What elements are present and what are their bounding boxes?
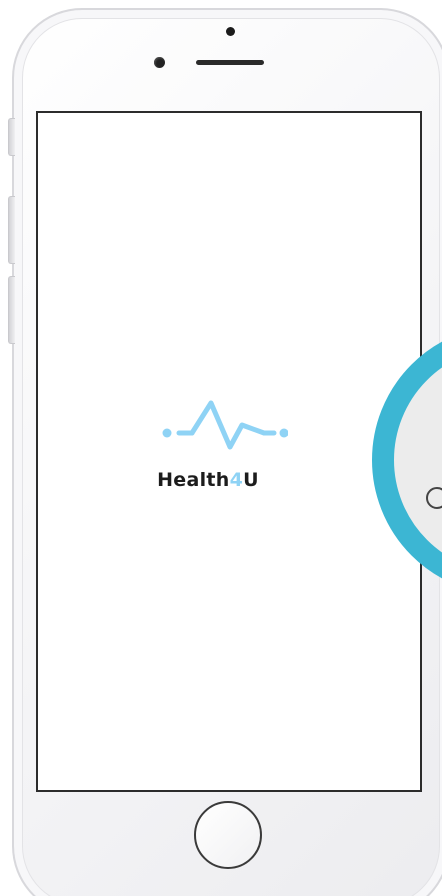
phone-screen: Health4U (36, 111, 422, 792)
heartbeat-pulse-icon (162, 400, 288, 450)
ring-glyph-icon (426, 487, 442, 509)
volume-down-button (8, 276, 15, 344)
app-logo: Health4U (152, 397, 312, 497)
brand-text: Health (157, 469, 230, 491)
mute-switch (8, 118, 15, 156)
earpiece-speaker (196, 60, 264, 65)
volume-up-button (8, 196, 15, 264)
front-camera-icon (226, 27, 235, 36)
stage: Health4U (0, 0, 442, 896)
proximity-sensor-icon (154, 57, 165, 68)
brand-accent: 4 (229, 469, 244, 491)
brand-name: Health4U (152, 469, 264, 491)
brand-suffix: U (243, 469, 259, 491)
home-button[interactable] (194, 801, 262, 869)
